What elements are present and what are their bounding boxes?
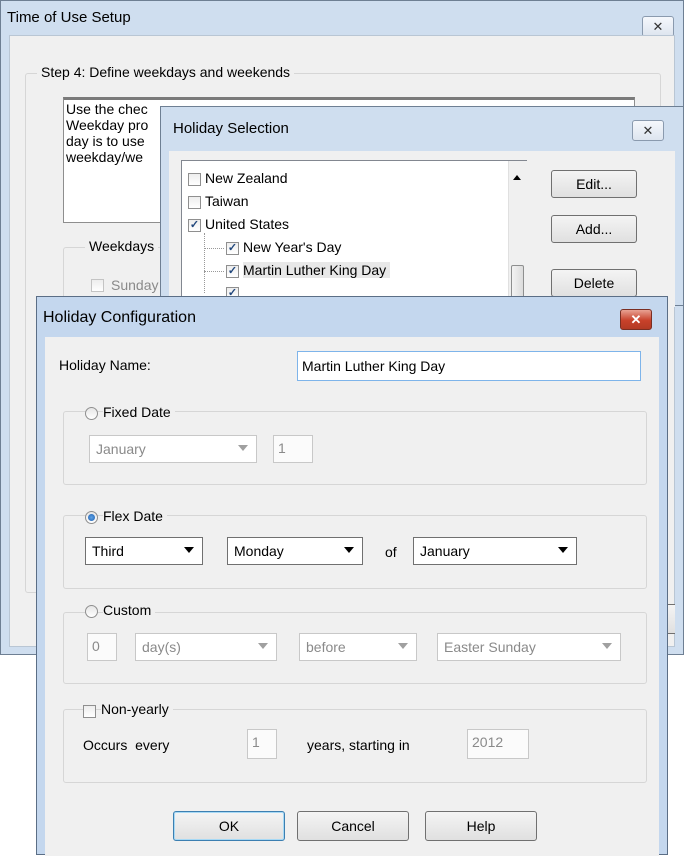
fixed-month-select[interactable]: January: [89, 435, 257, 463]
tree-item[interactable]: Taiwan: [205, 193, 249, 209]
holiday-configuration-dialog: Holiday Configuration ✕ Holiday Name: Ma…: [36, 296, 668, 856]
select-value: January: [420, 543, 470, 559]
tree-checkbox[interactable]: ✓: [226, 265, 239, 278]
start-year-input[interactable]: 2012: [467, 729, 529, 759]
flex-date-radio[interactable]: [85, 511, 98, 524]
cancel-button[interactable]: Cancel: [297, 811, 409, 841]
select-value: Third: [92, 543, 124, 559]
every-years-input[interactable]: 1: [247, 729, 277, 759]
dialog-body: Holiday Name: Martin Luther King Day Fix…: [45, 337, 659, 856]
window-title: Holiday Selection: [173, 120, 289, 137]
add-button[interactable]: Add...: [551, 215, 637, 243]
chevron-down-icon: [558, 547, 568, 553]
chevron-down-icon: [344, 547, 354, 553]
tree-scrollbar[interactable]: [508, 161, 527, 309]
tree-connector: [204, 271, 224, 272]
sunday-checkbox[interactable]: [91, 279, 104, 292]
edit-button[interactable]: Edit...: [551, 170, 637, 198]
holiday-name-input[interactable]: Martin Luther King Day: [297, 351, 641, 381]
flex-date-label: Flex Date: [103, 508, 167, 524]
chevron-down-icon: [602, 643, 612, 649]
close-button[interactable]: ✕: [620, 309, 652, 330]
tree-item[interactable]: United States: [205, 216, 289, 232]
holiday-tree[interactable]: New Zealand Taiwan ✓ United States ✓ New…: [181, 160, 527, 310]
flex-weekday-select[interactable]: Monday: [227, 537, 363, 565]
tree-checkbox[interactable]: [188, 196, 201, 209]
flex-month-select[interactable]: January: [413, 537, 577, 565]
window-title: Holiday Configuration: [43, 309, 196, 326]
select-value: January: [96, 441, 146, 457]
custom-relation-select[interactable]: before: [299, 633, 417, 661]
help-button[interactable]: Help: [425, 811, 537, 841]
chevron-down-icon: [238, 445, 248, 451]
nonyearly-checkbox[interactable]: [83, 705, 96, 718]
tree-connector: [204, 248, 224, 249]
tree-checkbox[interactable]: ✓: [188, 219, 201, 232]
custom-reference-select[interactable]: Easter Sunday: [437, 633, 621, 661]
holiday-selection-window: Holiday Selection ✕ New Zealand Taiwan ✓…: [160, 106, 684, 310]
close-button[interactable]: ✕: [642, 16, 674, 37]
tree-item-selected[interactable]: Martin Luther King Day: [243, 262, 391, 278]
fixed-date-label: Fixed Date: [103, 404, 175, 420]
chevron-down-icon: [258, 643, 268, 649]
fixed-date-radio[interactable]: [85, 407, 98, 420]
chevron-down-icon: [184, 547, 194, 553]
custom-count-input[interactable]: 0: [87, 633, 117, 661]
delete-button[interactable]: Delete: [551, 269, 637, 297]
select-value: Easter Sunday: [444, 639, 536, 655]
weekdays-label: Weekdays: [85, 238, 159, 254]
custom-unit-select[interactable]: day(s): [135, 633, 277, 661]
flex-ordinal-select[interactable]: Third: [85, 537, 203, 565]
tree-connector: [204, 233, 205, 293]
holiday-name-label: Holiday Name:: [59, 357, 151, 373]
custom-radio[interactable]: [85, 605, 98, 618]
step-label: Step 4: Define weekdays and weekends: [37, 64, 295, 80]
window-title: Time of Use Setup: [7, 9, 131, 26]
fixed-day-input[interactable]: 1: [273, 435, 313, 463]
tree-checkbox[interactable]: [188, 173, 201, 186]
close-button[interactable]: ✕: [632, 120, 664, 141]
scroll-up-icon[interactable]: [513, 175, 521, 180]
custom-label: Custom: [103, 602, 156, 618]
nonyearly-label: Non-yearly: [101, 701, 173, 717]
select-value: before: [306, 639, 346, 655]
occurs-every-label: Occurs every: [83, 737, 170, 753]
select-value: Monday: [234, 543, 284, 559]
select-value: day(s): [142, 639, 181, 655]
ok-button[interactable]: OK: [173, 811, 285, 841]
sunday-label: Sunday: [111, 277, 159, 293]
of-label: of: [385, 544, 397, 560]
tree-item[interactable]: New Zealand: [205, 170, 288, 186]
years-starting-label: years, starting in: [307, 737, 410, 753]
chevron-down-icon: [398, 643, 408, 649]
tree-item[interactable]: New Year's Day: [243, 239, 341, 255]
tree-checkbox[interactable]: ✓: [226, 242, 239, 255]
